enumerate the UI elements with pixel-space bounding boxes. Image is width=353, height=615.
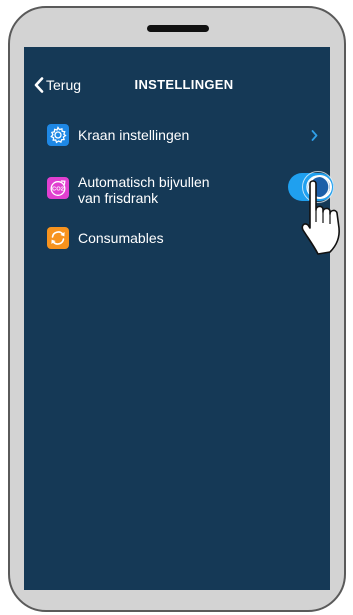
navigation-bar: Terug INSTELLINGEN	[24, 47, 330, 125]
refresh-icon	[47, 227, 69, 249]
phone-frame: Terug INSTELLINGEN Kraan instellingen CO…	[8, 6, 346, 612]
gear-icon	[47, 124, 69, 146]
back-button[interactable]: Terug	[34, 76, 81, 94]
svg-text:CO2: CO2	[52, 187, 64, 193]
co2-icon: CO2	[47, 177, 69, 199]
chevron-right-icon	[311, 130, 318, 141]
settings-item-automatisch-bijvullen: CO2 Automatisch bijvullen van frisdrank	[24, 170, 340, 255]
page-title: INSTELLINGEN	[134, 77, 234, 92]
chevron-left-icon	[34, 77, 44, 93]
settings-item-label: Kraan instellingen	[78, 127, 190, 143]
back-label: Terug	[46, 77, 82, 93]
settings-item-kraan-instellingen[interactable]: Kraan instellingen	[24, 120, 330, 150]
settings-item-label-line1: Automatisch bijvullen	[78, 174, 210, 190]
app-screen: Terug INSTELLINGEN Kraan instellingen CO…	[24, 47, 340, 590]
settings-item-label: Consumables	[78, 230, 164, 246]
settings-item-label-line2: van frisdrank	[78, 190, 159, 206]
settings-item-consumables[interactable]: Consumables	[24, 223, 330, 253]
phone-speaker	[147, 25, 209, 32]
